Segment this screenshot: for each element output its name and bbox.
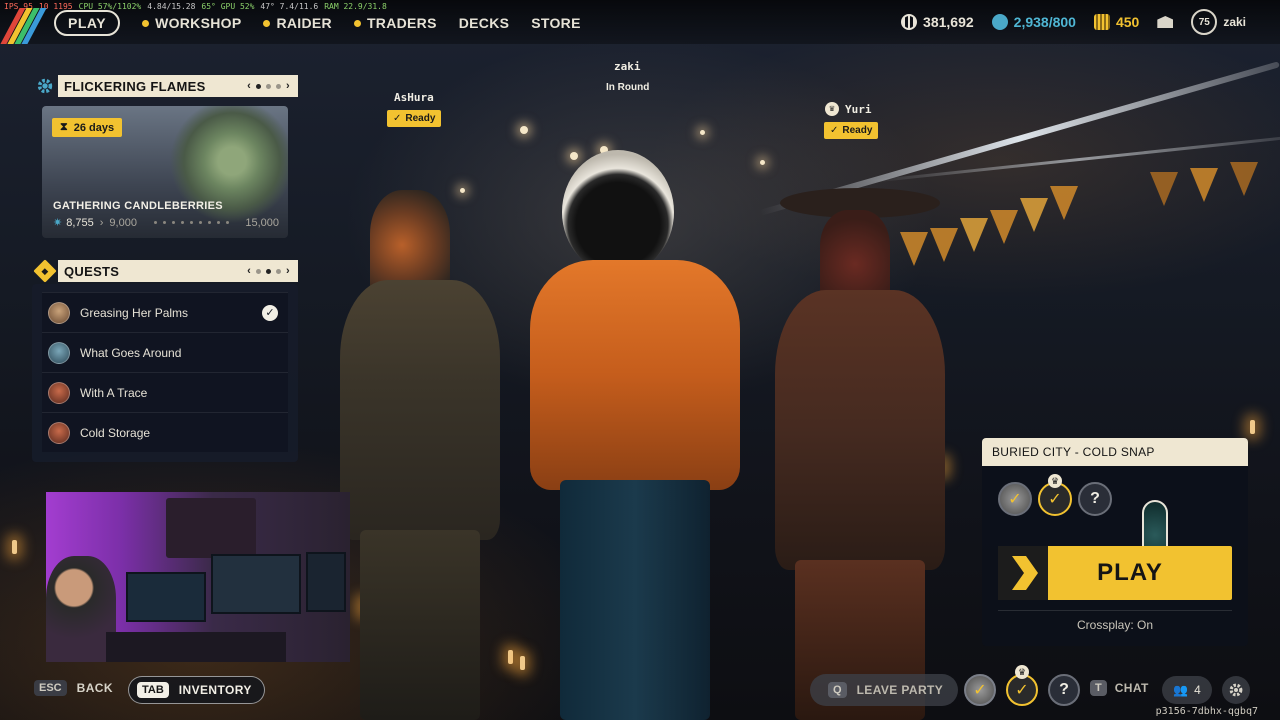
quest-item[interactable]: Greasing Her Palms ✓	[42, 292, 288, 332]
back-button[interactable]: ESC BACK	[34, 680, 113, 696]
check-icon: ✓	[830, 125, 839, 136]
tab-key: TAB	[137, 682, 169, 698]
people-icon: 👥	[1173, 683, 1189, 697]
nav-store[interactable]: STORE	[531, 15, 580, 31]
party-slot-filled[interactable]: ✓	[964, 674, 996, 706]
notification-dot-icon	[142, 19, 150, 27]
nav-decks[interactable]: DECKS	[459, 15, 510, 31]
pager-prev-icon[interactable]: ‹	[247, 80, 251, 92]
username: zaki	[1223, 15, 1246, 29]
nav-play[interactable]: PLAY	[54, 10, 121, 36]
match-card: BURIED CITY - COLD SNAP ✓ ✓ ♛ ? PLAY Cro…	[982, 438, 1248, 646]
event-progress: ✷ 8,755 › 9,000 15,000	[53, 216, 279, 230]
player-level-badge: 75	[1191, 9, 1218, 35]
quests-pager: ‹ ›	[247, 265, 290, 277]
game-logo-icon	[0, 8, 47, 44]
settings-gear-icon[interactable]	[1222, 676, 1250, 704]
event-panel-header: FLICKERING FLAMES ‹ ›	[58, 75, 298, 97]
top-navigation-bar: IPS 95 10 1195 CPU 57%/1102% 4.84/15.28 …	[0, 0, 1280, 44]
character-yuri	[760, 180, 960, 720]
party-leader-crown-icon: ♛	[1048, 474, 1062, 488]
leave-party-button[interactable]: Q LEAVE PARTY	[810, 674, 958, 706]
quest-giver-avatar	[48, 341, 70, 364]
t-key: T	[1090, 680, 1107, 696]
play-button[interactable]: PLAY	[998, 546, 1232, 600]
nav-raider[interactable]: RAIDER	[263, 15, 332, 31]
tokens-currency[interactable]: 2,938/800	[991, 14, 1076, 30]
party-member-name: AsHura	[394, 91, 434, 104]
progress-current: 8,755	[66, 216, 94, 229]
premium-coin-icon	[1093, 14, 1110, 30]
progress-goal: 15,000	[245, 216, 279, 229]
progress-gear-icon: ✷	[53, 217, 63, 229]
quests-title: QUESTS	[64, 263, 120, 279]
quest-giver-avatar	[48, 301, 70, 324]
main-nav: PLAY WORKSHOP RAIDER TRADERS DECKS STORE	[54, 10, 581, 36]
pager-prev-icon[interactable]: ‹	[247, 265, 251, 277]
in-round-status: In Round	[606, 82, 650, 93]
party-leader-crown-icon: ♛	[1015, 665, 1029, 679]
notification-dot-icon	[353, 19, 361, 27]
coins-currency[interactable]: 381,692	[901, 14, 974, 30]
quest-item[interactable]: With A Trace	[42, 372, 288, 412]
event-timer-badge: ⧗ 26 days	[52, 118, 123, 137]
event-card[interactable]: ⧗ 26 days GATHERING CANDLEBERRIES ✷ 8,75…	[42, 106, 288, 238]
inventory-button[interactable]: TAB INVENTORY	[128, 676, 265, 704]
party-member-name: zaki	[614, 60, 641, 73]
progress-milestone: 9,000	[109, 216, 137, 229]
event-title: FLICKERING FLAMES	[64, 78, 206, 94]
check-icon: ✓	[393, 113, 402, 124]
party-slot-empty[interactable]: ?	[1048, 674, 1080, 706]
streamer-webcam	[46, 492, 350, 662]
nav-traders[interactable]: TRADERS	[353, 15, 437, 31]
quest-giver-avatar	[48, 381, 70, 404]
profile[interactable]: 75 zaki	[1191, 9, 1246, 35]
coin-icon	[901, 14, 918, 30]
event-gear-icon	[34, 75, 56, 97]
pager-next-icon[interactable]: ›	[286, 265, 290, 277]
notification-dot-icon	[263, 19, 271, 27]
ready-status-badge: ✓ Ready	[387, 110, 442, 127]
esc-key: ESC	[34, 680, 67, 696]
squad-slot-empty[interactable]: ?	[1078, 482, 1112, 516]
token-icon	[991, 14, 1008, 30]
quest-item[interactable]: What Goes Around	[42, 332, 288, 372]
quest-item[interactable]: Cold Storage	[42, 412, 288, 452]
map-name[interactable]: BURIED CITY - COLD SNAP	[982, 438, 1248, 466]
quests-panel-header: QUESTS ‹ ›	[58, 260, 298, 282]
quest-complete-check-icon: ✓	[262, 304, 278, 321]
play-chevron-icon	[998, 546, 1048, 600]
session-id: p3156-7dbhx-qgbq7	[1155, 706, 1258, 717]
event-pager: ‹ ›	[247, 80, 290, 92]
event-objective: GATHERING CANDLEBERRIES	[53, 200, 223, 212]
pager-next-icon[interactable]: ›	[286, 80, 290, 92]
squad-slot-filled[interactable]: ✓	[998, 482, 1032, 516]
character-zaki	[500, 150, 770, 720]
crossplay-status[interactable]: Crossplay: On	[982, 618, 1248, 632]
chat-button[interactable]: T CHAT	[1090, 680, 1149, 696]
q-key: Q	[828, 682, 847, 698]
mail-icon[interactable]	[1157, 16, 1174, 28]
currency-bar: 381,692 2,938/800 450 75 zaki	[901, 9, 1246, 35]
party-member-name: ♛ Yuri	[825, 102, 872, 116]
nav-workshop[interactable]: WORKSHOP	[142, 15, 241, 31]
party-leader-crown-icon: ♛	[825, 102, 839, 116]
character-ashura	[330, 160, 520, 720]
quest-giver-avatar	[48, 421, 70, 444]
party-size-indicator[interactable]: 👥 4	[1162, 676, 1212, 704]
premium-currency[interactable]: 450	[1093, 14, 1139, 30]
hourglass-icon: ⧗	[60, 121, 68, 133]
ready-status-badge: ✓ Ready	[824, 122, 879, 139]
